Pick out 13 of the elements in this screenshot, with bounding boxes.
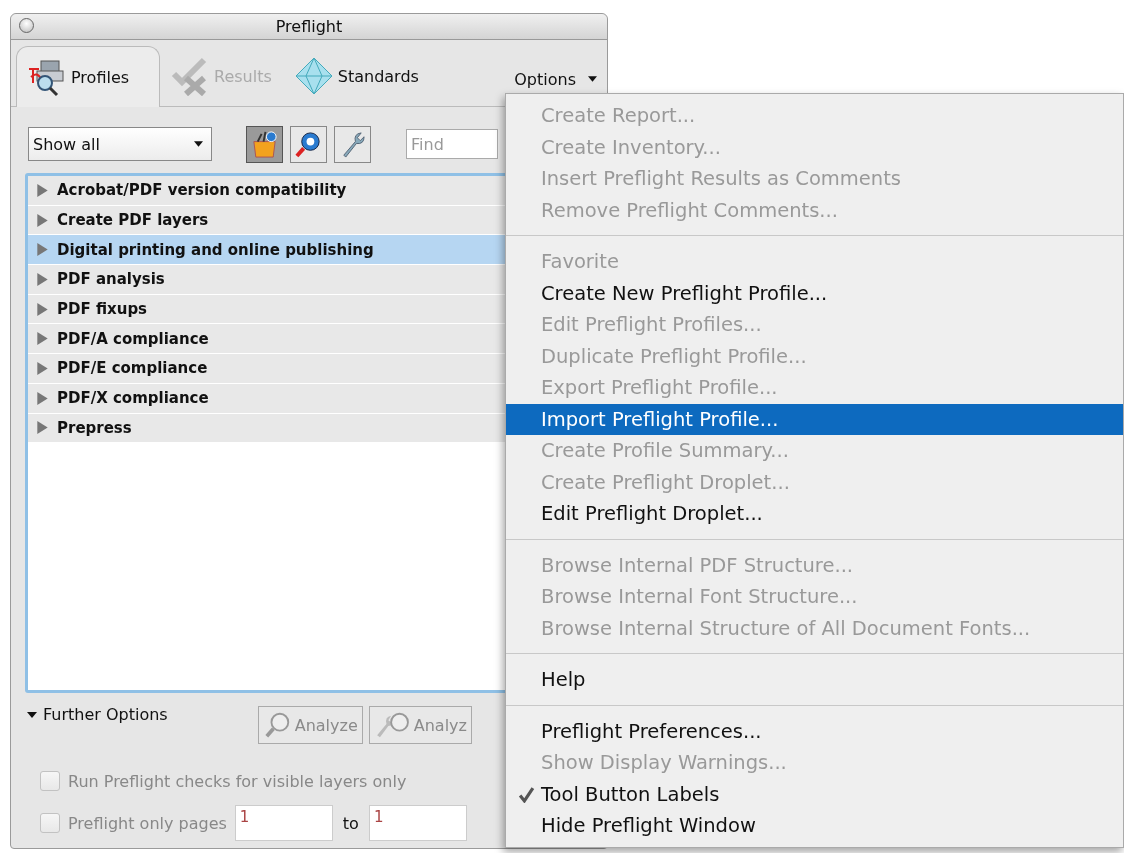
profile-group-label: Acrobat/PDF version compatibility xyxy=(57,181,347,200)
window-title: Preflight xyxy=(275,17,343,36)
profile-group-label: PDF/X compliance xyxy=(57,389,209,408)
checkbox-label: Run Preflight checks for visible layers only xyxy=(68,771,407,791)
checkbox-label: Preflight only pages xyxy=(68,813,227,833)
profile-group-label: Create PDF layers xyxy=(57,211,209,230)
profile-group-label: PDF/A compliance xyxy=(57,329,209,348)
profile-group-label: Digital printing and online publishing xyxy=(57,240,374,259)
range-label: to xyxy=(342,813,359,833)
profile-group-label: PDF analysis xyxy=(57,270,165,289)
profile-group-label: Prepress xyxy=(57,418,132,437)
profile-group-label: PDF/E compliance xyxy=(57,359,208,378)
profile-group-label: PDF fixups xyxy=(57,300,148,319)
